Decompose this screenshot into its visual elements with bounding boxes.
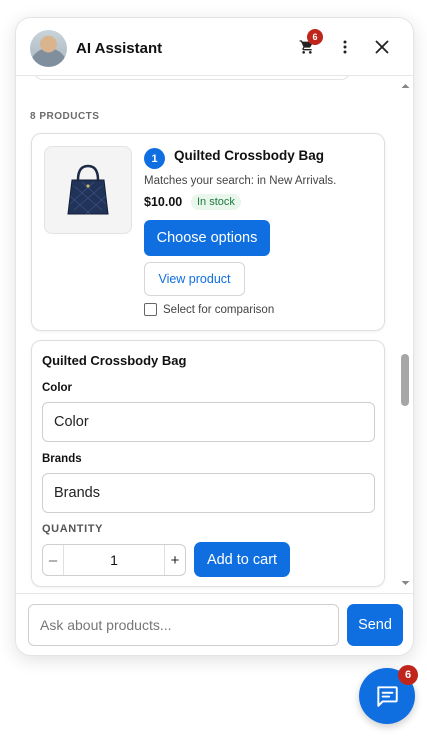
match-reason: Matches your search: in New Arrivals. — [144, 175, 337, 187]
quantity-stepper: – 1 + — [42, 544, 186, 576]
brands-label: Brands — [42, 453, 82, 465]
stock-badge: In stock — [191, 194, 241, 210]
view-product-button[interactable]: View product — [144, 262, 245, 296]
chat-launcher-button[interactable]: 6 — [359, 665, 418, 724]
color-select[interactable]: Color — [42, 402, 375, 442]
scrollbar[interactable] — [398, 76, 413, 593]
compare-option[interactable]: Select for comparison — [144, 303, 274, 316]
product-card: 1 Quilted Crossbody Bag Matches your sea… — [31, 133, 385, 331]
choose-options-button[interactable]: Choose options — [144, 220, 270, 256]
bag-image — [67, 164, 109, 215]
chat-bubble-icon — [377, 686, 398, 707]
message-input[interactable] — [28, 604, 339, 646]
increment-button[interactable]: + — [165, 545, 185, 575]
close-icon — [375, 40, 389, 54]
results-count: 8 PRODUCTS — [30, 111, 100, 122]
previous-card-edge — [33, 76, 351, 80]
brands-select[interactable]: Brands — [42, 473, 375, 513]
chat-header: AI Assistant 6 — [16, 18, 413, 76]
launcher-badge: 6 — [398, 665, 418, 685]
message-list[interactable]: 8 PRODUCTS 1 Quilted Crossbody Bag Match… — [16, 76, 413, 593]
scrollbar-thumb[interactable] — [401, 354, 409, 406]
more-vertical-icon — [343, 40, 347, 54]
compare-checkbox[interactable] — [144, 303, 157, 316]
product-image[interactable] — [44, 146, 132, 234]
color-label: Color — [42, 382, 73, 394]
menu-button[interactable] — [334, 36, 356, 58]
chat-title: AI Assistant — [76, 40, 163, 57]
scroll-down-icon — [401, 581, 410, 585]
compare-label: Select for comparison — [163, 303, 275, 316]
quantity-label: QUANTITY — [42, 523, 104, 535]
add-to-cart-button[interactable]: Add to cart — [194, 542, 290, 577]
options-card: Quilted Crossbody Bag Color Color Brands… — [31, 340, 385, 587]
result-number-badge: 1 — [144, 148, 165, 169]
decrement-button[interactable]: – — [43, 545, 63, 575]
send-button[interactable]: Send — [347, 604, 403, 646]
quantity-value[interactable]: 1 — [63, 545, 165, 575]
chat-widget: AI Assistant 6 8 PRODUCTS 1 Quilted Cros… — [15, 17, 414, 656]
options-title: Quilted Crossbody Bag — [42, 353, 187, 368]
product-name: Quilted Crossbody Bag — [174, 148, 325, 163]
cart-badge: 6 — [307, 29, 323, 45]
composer: Send — [16, 593, 413, 655]
avatar — [30, 30, 67, 67]
close-button[interactable] — [371, 36, 393, 58]
product-price: $10.00 — [144, 195, 183, 209]
cart-button[interactable]: 6 — [296, 29, 323, 58]
scroll-up-icon — [401, 84, 410, 88]
